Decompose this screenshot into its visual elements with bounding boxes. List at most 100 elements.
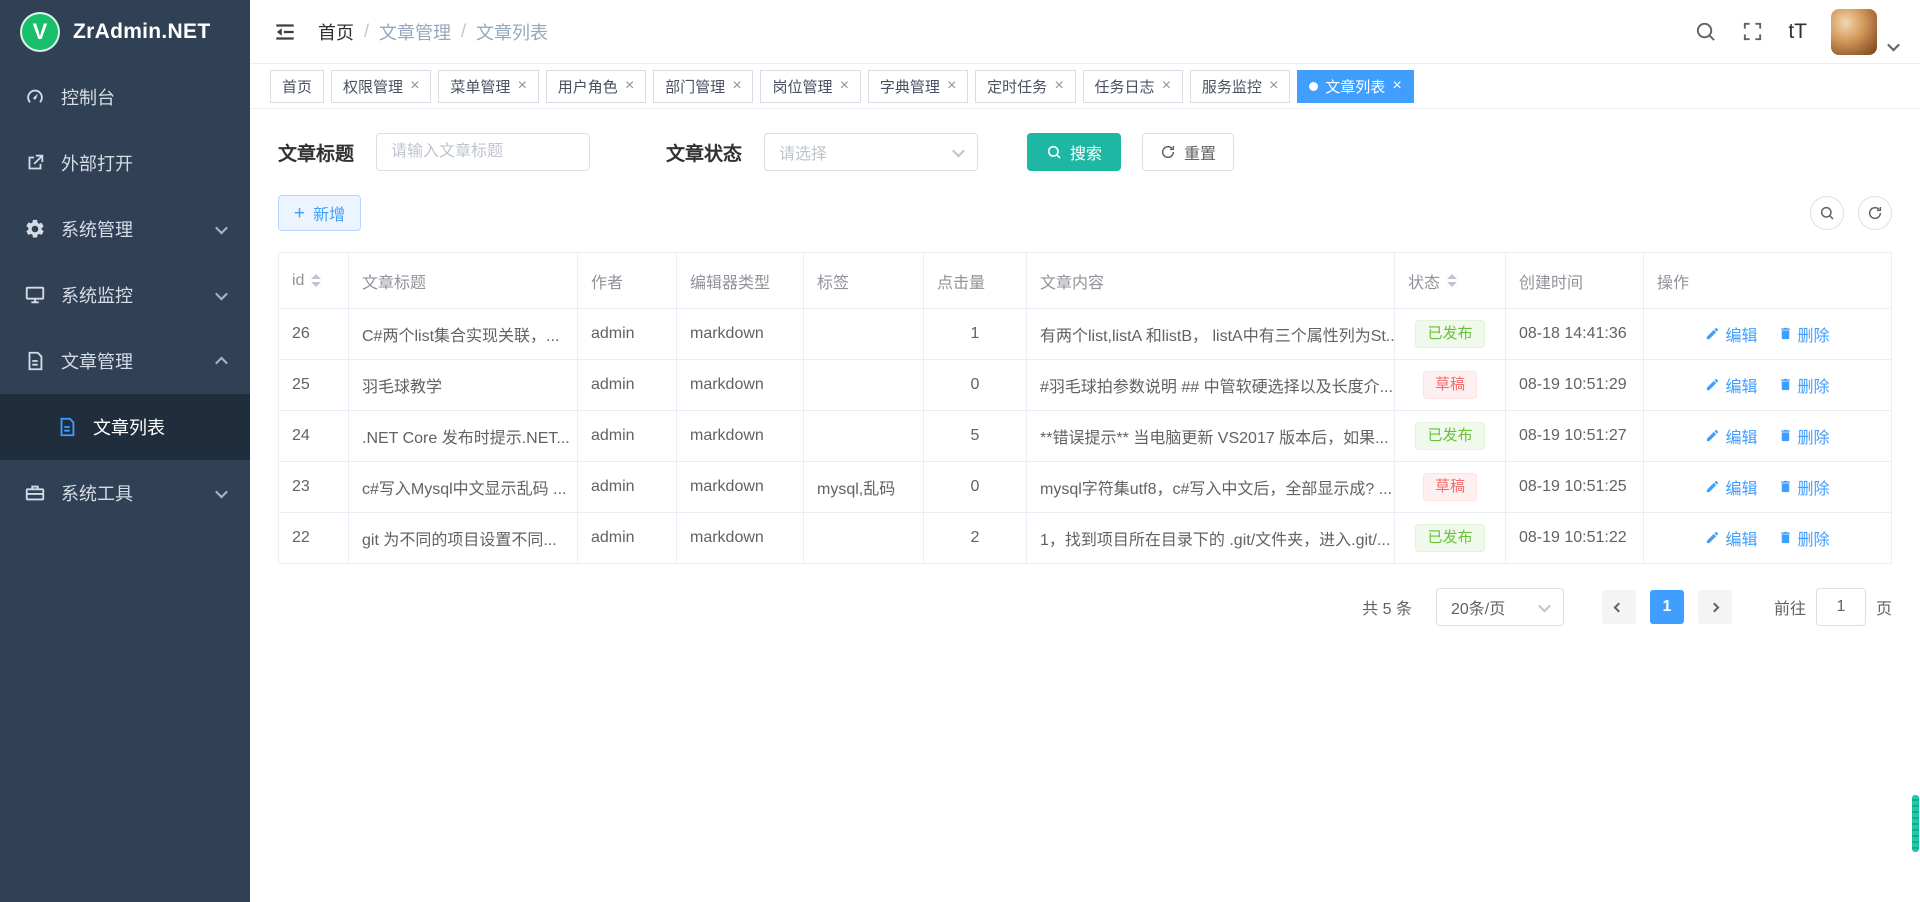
status-badge: 已发布 [1415,422,1484,450]
tab-label: 任务日志 [1095,76,1155,97]
tab-label: 部门管理 [665,76,725,97]
sidebar-item-文章列表[interactable]: 文章列表 [0,394,250,460]
edit-button[interactable]: 编辑 [1705,424,1757,448]
page-number-button[interactable]: 1 [1650,590,1684,624]
chevron-down-icon [215,287,228,300]
tab-部门管理[interactable]: 部门管理 × [653,70,753,103]
close-icon[interactable]: × [839,78,848,94]
search-button[interactable]: 搜索 [1027,133,1121,171]
sidebar-item-label: 文章列表 [93,414,165,440]
user-avatar[interactable] [1831,9,1877,55]
sidebar-item-label: 系统管理 [61,216,133,242]
sidebar-item-系统管理[interactable]: 系统管理 [0,196,250,262]
edit-icon [1705,377,1720,392]
column-header-id[interactable]: id [279,253,349,309]
delete-button[interactable]: 删除 [1778,373,1830,397]
close-icon[interactable]: × [1054,78,1063,94]
tab-label: 服务监控 [1202,76,1262,97]
cell-content: 1，找到项目所在目录下的 .git/文件夹，进入.git/... [1027,513,1395,564]
column-label: 操作 [1657,269,1689,293]
tab-首页[interactable]: 首页 [270,70,324,103]
cell-author: admin [578,360,677,411]
tab-岗位管理[interactable]: 岗位管理× [760,70,860,103]
sidebar-item-系统监控[interactable]: 系统监控 [0,262,250,328]
cell-actions: 编辑删除 [1644,513,1892,564]
font-size-icon[interactable]: tT [1788,20,1807,44]
fullscreen-icon[interactable] [1741,20,1764,43]
article-title-input[interactable] [376,133,590,171]
main-area: 首页/文章管理/文章列表 tT 首页权限管理×菜单管理×用户角色×部门管理×岗位… [250,0,1920,902]
cell-author: admin [578,411,677,462]
chevron-down-icon[interactable] [1887,38,1900,51]
page-size-select[interactable]: 20条/页 [1436,588,1564,626]
scrollbar-thumb[interactable] [1912,795,1919,852]
breadcrumb-item[interactable]: 文章列表 [476,19,548,45]
edit-button[interactable]: 编辑 [1705,373,1757,397]
delete-button[interactable]: 删除 [1778,322,1830,346]
chevron-down-icon [952,144,965,157]
add-button[interactable]: + 新增 [278,195,361,231]
doc-icon [56,416,78,438]
sort-carets-icon[interactable] [1447,274,1457,287]
collapse-sidebar-icon[interactable] [272,19,298,45]
tab-菜单管理[interactable]: 菜单管理× [438,70,538,103]
edit-button[interactable]: 编辑 [1705,526,1757,550]
search-icon[interactable] [1694,20,1717,43]
sidebar-item-系统工具[interactable]: 系统工具 [0,460,250,526]
toggle-search-button[interactable] [1810,196,1844,230]
tab-用户角色[interactable]: 用户角色× [546,70,646,103]
edit-button[interactable]: 编辑 [1705,322,1757,346]
sidebar-item-控制台[interactable]: 控制台 [0,64,250,130]
tab-文章列表[interactable]: 文章列表× [1297,70,1413,103]
delete-button[interactable]: 删除 [1778,475,1830,499]
cell-id: 22 [279,513,349,564]
close-icon[interactable]: × [732,78,741,94]
cell-hits: 2 [924,513,1027,564]
column-header-作者: 作者 [578,253,677,309]
close-icon[interactable]: × [625,78,634,94]
cell-title: C#两个list集合实现关联，... [349,309,578,360]
reset-button[interactable]: 重置 [1142,133,1234,171]
sidebar-item-文章管理[interactable]: 文章管理 [0,328,250,394]
edit-button[interactable]: 编辑 [1705,475,1757,499]
cell-id: 24 [279,411,349,462]
breadcrumb-item[interactable]: 首页 [318,19,354,45]
tab-服务监控[interactable]: 服务监控 × [1190,70,1290,103]
breadcrumb-item[interactable]: 文章管理 [379,19,451,45]
status-badge: 已发布 [1415,524,1484,552]
monitor-icon [24,284,46,306]
search-icon [1819,205,1835,221]
delete-button[interactable]: 删除 [1778,526,1830,550]
close-icon[interactable]: × [1269,78,1278,94]
delete-button[interactable]: 删除 [1778,424,1830,448]
cell-title: .NET Core 发布时提示.NET... [349,411,578,462]
sidebar-item-外部打开[interactable]: 外部打开 [0,130,250,196]
tab-权限管理[interactable]: 权限管理× [331,70,431,103]
cell-tags [804,309,924,360]
breadcrumb-separator: / [364,21,369,42]
close-icon[interactable]: × [1162,78,1171,94]
prev-page-button[interactable] [1602,590,1636,624]
table-row: 22git 为不同的项目设置不同...adminmarkdown21，找到项目所… [279,513,1892,564]
app-logo[interactable]: V ZrAdmin.NET [0,0,250,64]
tab-字典管理[interactable]: 字典管理 × [868,70,968,103]
article-status-select[interactable]: 请选择 [764,133,978,171]
tab-任务日志[interactable]: 任务日志 × [1083,70,1183,103]
close-icon[interactable]: × [1392,78,1401,94]
close-icon[interactable]: × [947,78,956,94]
column-header-点击量: 点击量 [924,253,1027,309]
reset-button-label: 重置 [1184,140,1216,164]
topbar: 首页/文章管理/文章列表 tT [250,0,1920,64]
cell-hits: 5 [924,411,1027,462]
column-header-状态[interactable]: 状态 [1395,253,1506,309]
close-icon[interactable]: × [410,78,419,94]
app-root: V ZrAdmin.NET 控制台外部打开系统管理系统监控文章管理文章列表系统工… [0,0,1920,902]
close-icon[interactable]: × [517,78,526,94]
tab-定时任务[interactable]: 定时任务× [975,70,1075,103]
sort-carets-icon[interactable] [311,274,321,287]
refresh-table-button[interactable] [1858,196,1892,230]
tab-label: 字典管理 [880,76,940,97]
goto-page-input[interactable] [1816,588,1866,626]
next-page-button[interactable] [1698,590,1732,624]
active-dot-icon [1309,82,1318,91]
